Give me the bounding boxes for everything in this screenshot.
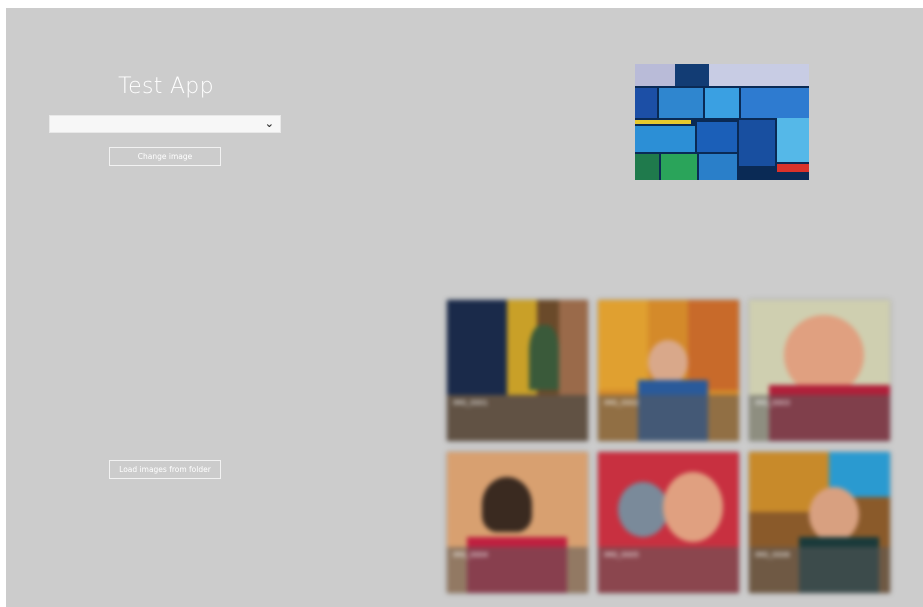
thumbnail-caption: IMG_0003	[749, 395, 890, 441]
change-image-button[interactable]: Change image	[109, 147, 221, 166]
image-dropdown[interactable]: ⌄	[49, 115, 281, 133]
app-window: Test App ⌄ Change image Load images from…	[6, 8, 923, 607]
thumbnail-caption: IMG_0006	[749, 547, 890, 593]
app-title: Test App	[118, 74, 214, 99]
thumbnail[interactable]: IMG_0006	[749, 452, 890, 593]
preview-image	[635, 64, 809, 180]
thumbnail[interactable]: IMG_0004	[447, 452, 588, 593]
thumbnail-caption: IMG_0001	[447, 395, 588, 441]
thumbnail-grid: IMG_0001 IMG_0002 IMG_0003 IMG_0004 IMG_…	[447, 300, 894, 593]
load-images-button[interactable]: Load images from folder	[109, 460, 221, 479]
thumbnail[interactable]: IMG_0005	[598, 452, 739, 593]
thumbnail[interactable]: IMG_0001	[447, 300, 588, 441]
thumbnail-caption: IMG_0002	[598, 395, 739, 441]
chevron-down-icon: ⌄	[264, 117, 274, 130]
thumbnail[interactable]: IMG_0003	[749, 300, 890, 441]
thumbnail-caption: IMG_0004	[447, 547, 588, 593]
thumbnail[interactable]: IMG_0002	[598, 300, 739, 441]
thumbnail-caption: IMG_0005	[598, 547, 739, 593]
